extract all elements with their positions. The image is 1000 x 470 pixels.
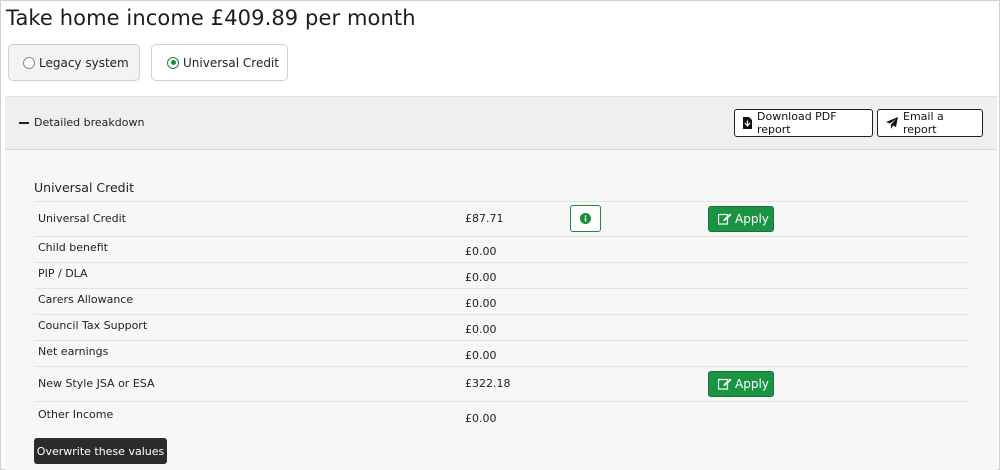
row-amount: £0.00 <box>465 349 497 362</box>
universal-credit-label: Universal Credit <box>183 55 279 70</box>
edit-icon <box>718 378 732 390</box>
apply-button[interactable]: Apply <box>708 206 774 232</box>
detailed-breakdown-label: Detailed breakdown <box>34 116 145 129</box>
breakdown-row: Net earnings £0.00 <box>34 340 969 366</box>
row-amount: £87.71 <box>465 212 504 225</box>
download-pdf-label: Download PDF report <box>757 110 837 136</box>
breakdown-row: Universal Credit £87.71 Apply <box>34 201 969 236</box>
edit-icon <box>718 213 732 225</box>
download-pdf-button[interactable]: Download PDF report <box>734 109 873 137</box>
legacy-radio[interactable] <box>23 56 35 69</box>
row-label: Net earnings <box>38 345 109 358</box>
row-label: Council Tax Support <box>38 319 148 332</box>
row-label: Carers Allowance <box>38 293 134 306</box>
breakdown-section-title: Universal Credit <box>34 180 134 195</box>
breakdown-row: Other Income £0.00 <box>34 401 969 433</box>
minus-icon <box>19 121 29 124</box>
panel-header: Detailed breakdown Download PDF report E… <box>5 97 997 150</box>
row-label: Child benefit <box>38 241 108 254</box>
apply-label: Apply <box>735 212 769 226</box>
email-report-label: Email a report <box>903 110 944 136</box>
row-amount: £0.00 <box>465 412 497 425</box>
detailed-breakdown-toggle[interactable]: Detailed breakdown <box>19 116 144 129</box>
row-label: PIP / DLA <box>38 267 88 280</box>
file-pdf-icon <box>743 117 752 129</box>
row-amount: £0.00 <box>465 323 497 336</box>
breakdown-panel: Detailed breakdown Download PDF report E… <box>5 96 997 470</box>
universal-credit-radio[interactable] <box>167 56 179 69</box>
breakdown-row: Council Tax Support £0.00 <box>34 314 969 340</box>
info-button[interactable] <box>570 205 601 232</box>
apply-label: Apply <box>735 377 769 391</box>
row-label: Other Income <box>38 408 114 421</box>
apply-button[interactable]: Apply <box>708 371 774 397</box>
legacy-system-toggle[interactable]: Legacy system <box>8 44 140 81</box>
info-icon <box>580 213 591 224</box>
paper-plane-icon <box>886 117 898 129</box>
page-title: Take home income £409.89 per month <box>6 6 416 30</box>
breakdown-row: PIP / DLA £0.00 <box>34 262 969 288</box>
breakdown-row: Child benefit £0.00 <box>34 236 969 262</box>
universal-credit-toggle[interactable]: Universal Credit <box>151 44 288 81</box>
row-label: New Style JSA or ESA <box>38 377 155 390</box>
breakdown-row: New Style JSA or ESA £322.18 Apply <box>34 366 969 401</box>
breakdown-row: Carers Allowance £0.00 <box>34 288 969 314</box>
row-amount: £322.18 <box>465 377 511 390</box>
row-amount: £0.00 <box>465 297 497 310</box>
row-amount: £0.00 <box>465 271 497 284</box>
overwrite-values-button[interactable]: Overwrite these values <box>34 438 167 464</box>
legacy-system-label: Legacy system <box>39 55 129 70</box>
row-label: Universal Credit <box>38 212 126 225</box>
row-amount: £0.00 <box>465 245 497 258</box>
email-report-button[interactable]: Email a report <box>877 109 983 137</box>
